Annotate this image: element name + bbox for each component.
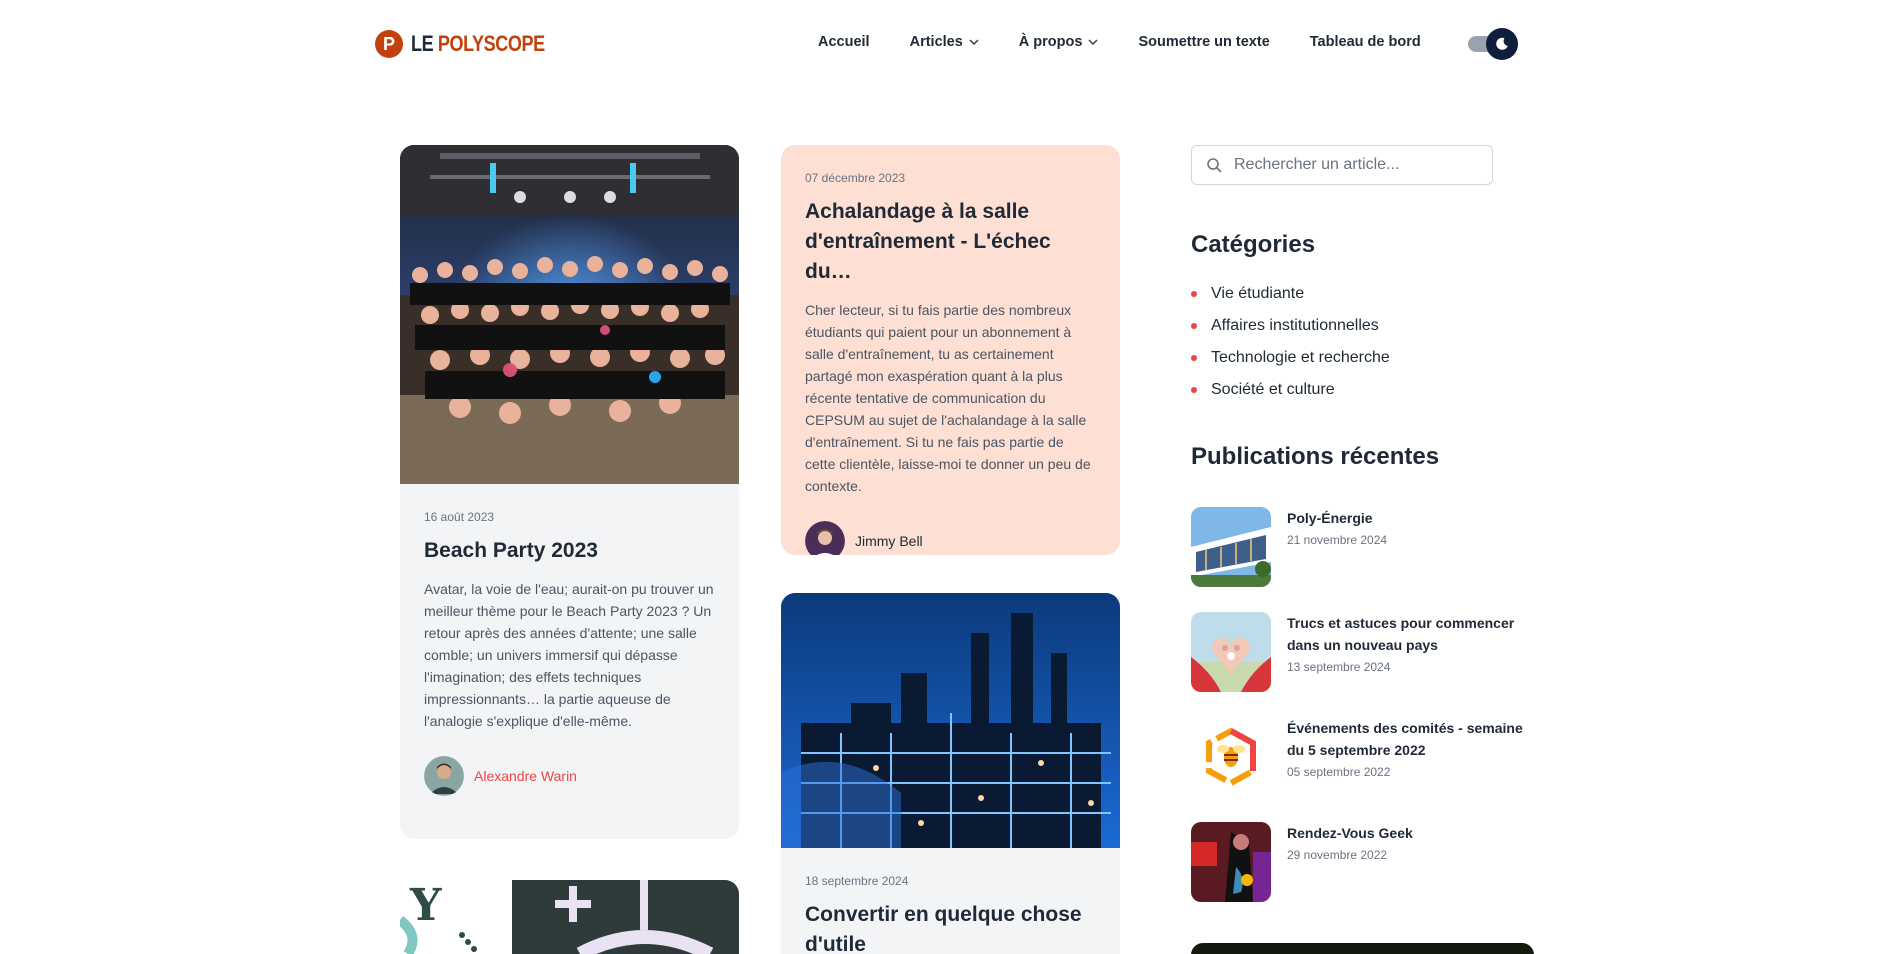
article-title[interactable]: Convertir en quelque chose d'utile	[805, 900, 1096, 954]
category-label: Vie étudiante	[1211, 285, 1305, 302]
author-avatar	[424, 756, 464, 796]
recent-title[interactable]: Rendez-Vous Geek	[1287, 822, 1527, 844]
chevron-down-icon	[1088, 39, 1098, 45]
logo-icon: P	[375, 30, 403, 58]
author-avatar	[805, 521, 845, 555]
nav-accueil[interactable]: Accueil	[818, 34, 870, 50]
category-societe-culture[interactable]: Société et culture	[1191, 374, 1390, 406]
recent-thumbnail[interactable]	[1191, 507, 1271, 587]
bullet-icon	[1191, 291, 1197, 297]
main-nav: Accueil Articles À propos Soumettre un t…	[818, 34, 1461, 50]
recent-date: 13 septembre 2024	[1287, 660, 1391, 674]
author-name: Jimmy Bell	[855, 533, 923, 549]
categories-heading: Catégories	[1191, 231, 1316, 258]
article-author[interactable]: Alexandre Warin	[424, 756, 715, 796]
nav-soumettre-label: Soumettre un texte	[1138, 34, 1270, 50]
recent-item[interactable]: Événements des comités - semaine du 5 se…	[1191, 717, 1527, 822]
chevron-down-icon	[969, 39, 979, 45]
recent-item[interactable]: Trucs et astuces pour commencer dans un …	[1191, 612, 1527, 717]
nav-a-propos[interactable]: À propos	[1019, 34, 1099, 50]
bullet-icon	[1191, 323, 1197, 329]
article-card-partial[interactable]: Y	[400, 880, 739, 954]
article-excerpt: Cher lecteur, si tu fais partie des nomb…	[805, 302, 1091, 494]
recent-thumbnail[interactable]	[1191, 717, 1271, 797]
search-icon	[1207, 158, 1222, 173]
recent-item[interactable]: Poly-Énergie 21 novembre 2024	[1191, 507, 1527, 612]
article-image-beach-party[interactable]	[400, 145, 739, 484]
search-box[interactable]	[1191, 145, 1493, 185]
site-header: P LE POLYSCOPE Accueil Articles À propos…	[0, 0, 1896, 88]
article-title[interactable]: Achalandage à la salle d'entraînement - …	[805, 197, 1096, 287]
article-author[interactable]: Jimmy Bell	[805, 521, 1096, 555]
recent-title[interactable]: Poly-Énergie	[1287, 507, 1527, 529]
logo-word-le: LE	[411, 31, 434, 56]
article-date: 18 septembre 2024	[805, 874, 909, 888]
article-image-partial[interactable]: Y	[400, 880, 739, 954]
nav-tableau-label: Tableau de bord	[1309, 34, 1421, 50]
recent-item[interactable]: Rendez-Vous Geek 29 novembre 2022	[1191, 822, 1527, 927]
sidebar-promo-banner[interactable]	[1191, 943, 1534, 954]
category-label: Société et culture	[1211, 381, 1335, 398]
recent-date: 29 novembre 2022	[1287, 848, 1388, 862]
bullet-icon	[1191, 355, 1197, 361]
nav-articles-label: Articles	[909, 34, 963, 50]
svg-text:Y: Y	[409, 880, 442, 931]
article-excerpt: Avatar, la voie de l'eau; aurait-on pu t…	[424, 581, 714, 729]
article-title[interactable]: Beach Party 2023	[424, 536, 715, 566]
article-image-convertir[interactable]	[781, 593, 1120, 848]
categories-list: Vie étudiante Affaires institutionnelles…	[1191, 278, 1390, 406]
nav-soumettre[interactable]: Soumettre un texte	[1138, 34, 1269, 50]
recent-date: 21 novembre 2024	[1287, 533, 1388, 547]
nav-articles[interactable]: Articles	[910, 34, 979, 50]
moon-icon	[1486, 28, 1518, 60]
recent-title[interactable]: Événements des comités - semaine du 5 se…	[1287, 717, 1527, 761]
category-label: Affaires institutionnelles	[1211, 317, 1379, 334]
bullet-icon	[1191, 387, 1197, 393]
logo-text: LE POLYSCOPE	[411, 31, 545, 57]
recent-thumbnail[interactable]	[1191, 612, 1271, 692]
category-vie-etudiante[interactable]: Vie étudiante	[1191, 278, 1390, 310]
recent-title[interactable]: Trucs et astuces pour commencer dans un …	[1287, 612, 1527, 656]
article-card-convertir[interactable]: 18 septembre 2024 Convertir en quelque c…	[781, 593, 1120, 954]
recent-date: 05 septembre 2022	[1287, 765, 1391, 779]
logo-word-polyscope: POLYSCOPE	[437, 31, 545, 56]
nav-a-propos-label: À propos	[1018, 34, 1083, 50]
author-name: Alexandre Warin	[474, 768, 577, 784]
recent-list: Poly-Énergie 21 novembre 2024 Trucs et a…	[1191, 507, 1527, 927]
category-label: Technologie et recherche	[1211, 349, 1390, 366]
article-card-beach-party[interactable]: 16 août 2023 Beach Party 2023 Avatar, la…	[400, 145, 739, 839]
search-input[interactable]	[1234, 156, 1474, 174]
theme-toggle[interactable]	[1468, 28, 1520, 60]
article-card-achalandage[interactable]: 07 décembre 2023 Achalandage à la salle …	[781, 145, 1120, 555]
nav-accueil-label: Accueil	[818, 34, 870, 50]
nav-tableau-de-bord[interactable]: Tableau de bord	[1310, 34, 1421, 50]
category-affaires-institutionnelles[interactable]: Affaires institutionnelles	[1191, 310, 1390, 342]
article-date: 07 décembre 2023	[805, 171, 906, 185]
recent-thumbnail[interactable]	[1191, 822, 1271, 902]
site-logo[interactable]: P LE POLYSCOPE	[375, 30, 574, 58]
category-technologie-recherche[interactable]: Technologie et recherche	[1191, 342, 1390, 374]
recent-heading: Publications récentes	[1191, 443, 1440, 470]
article-date: 16 août 2023	[424, 510, 495, 524]
